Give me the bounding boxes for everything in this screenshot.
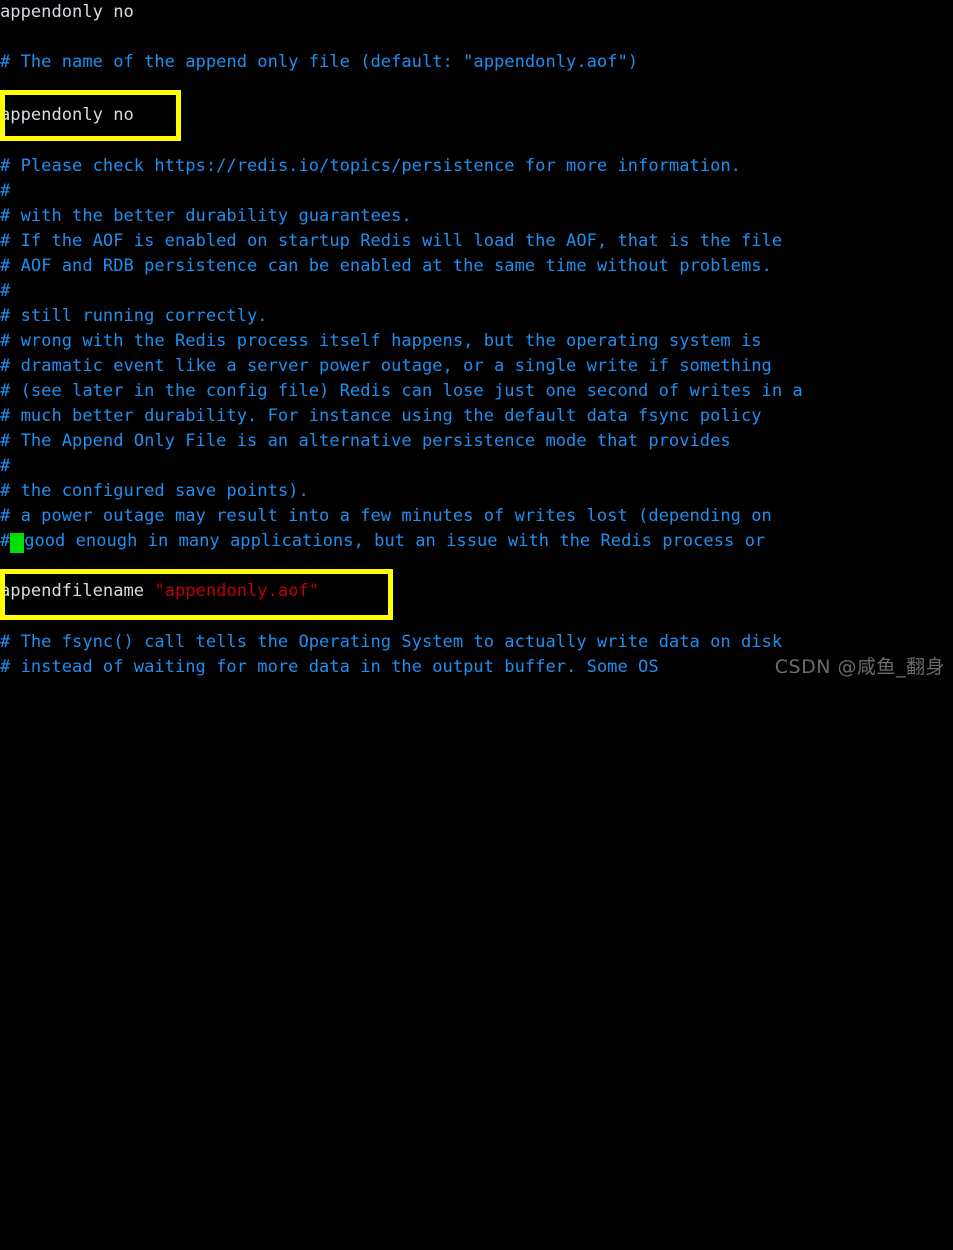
terminal-window[interactable]: appendonly no # The name of the append o… — [0, 0, 953, 684]
comment-much-better-durability: # much better durability. For instance u… — [0, 406, 762, 426]
comment-see-later-config: # (see later in the config file) Redis c… — [0, 381, 803, 401]
comment-aof-enabled-startup: # If the AOF is enabled on startup Redis… — [0, 231, 783, 251]
comment-power-outage: # a power outage may result into a few m… — [0, 506, 772, 526]
config-line-appendonly-boxed: appendonly no — [0, 105, 134, 125]
comment-append-only-file-name: # The name of the append only file (defa… — [0, 52, 639, 72]
comment-wrong-redis-process: # wrong with the Redis process itself ha… — [0, 331, 762, 351]
csdn-watermark: CSDN @咸鱼_翻身 — [774, 656, 945, 678]
appendfilename-directive: appendfilename — [0, 581, 155, 601]
appendfilename-value: "appendonly.aof" — [154, 581, 320, 601]
comment-hash-3: # — [0, 456, 11, 476]
comment-dramatic-event: # dramatic event like a server power out… — [0, 356, 772, 376]
comment-fsync-call: # The fsync() call tells the Operating S… — [0, 632, 783, 652]
comment-please-check-url: # Please check https://redis.io/topics/p… — [0, 156, 741, 176]
comment-still-running: # still running correctly. — [0, 306, 268, 326]
comment-configured-save-points: # the configured save points). — [0, 481, 309, 501]
comment-better-durability: # with the better durability guarantees. — [0, 206, 412, 226]
cursor-line-prefix: # — [0, 531, 11, 551]
text-cursor — [10, 533, 25, 553]
config-line-appendonly-top: appendonly no — [0, 2, 134, 22]
comment-append-only-file-alt: # The Append Only File is an alternative… — [0, 431, 731, 451]
comment-aof-rdb-persistence: # AOF and RDB persistence can be enabled… — [0, 256, 772, 276]
comment-good-enough-with-cursor: # good enough in many applications, but … — [0, 529, 765, 554]
comment-instead-of-waiting: # instead of waiting for more data in th… — [0, 657, 659, 677]
comment-hash-2: # — [0, 281, 11, 301]
cursor-line-suffix: good enough in many applications, but an… — [24, 531, 766, 551]
config-line-appendfilename: appendfilename "appendonly.aof" — [0, 579, 319, 604]
comment-hash-1: # — [0, 181, 11, 201]
